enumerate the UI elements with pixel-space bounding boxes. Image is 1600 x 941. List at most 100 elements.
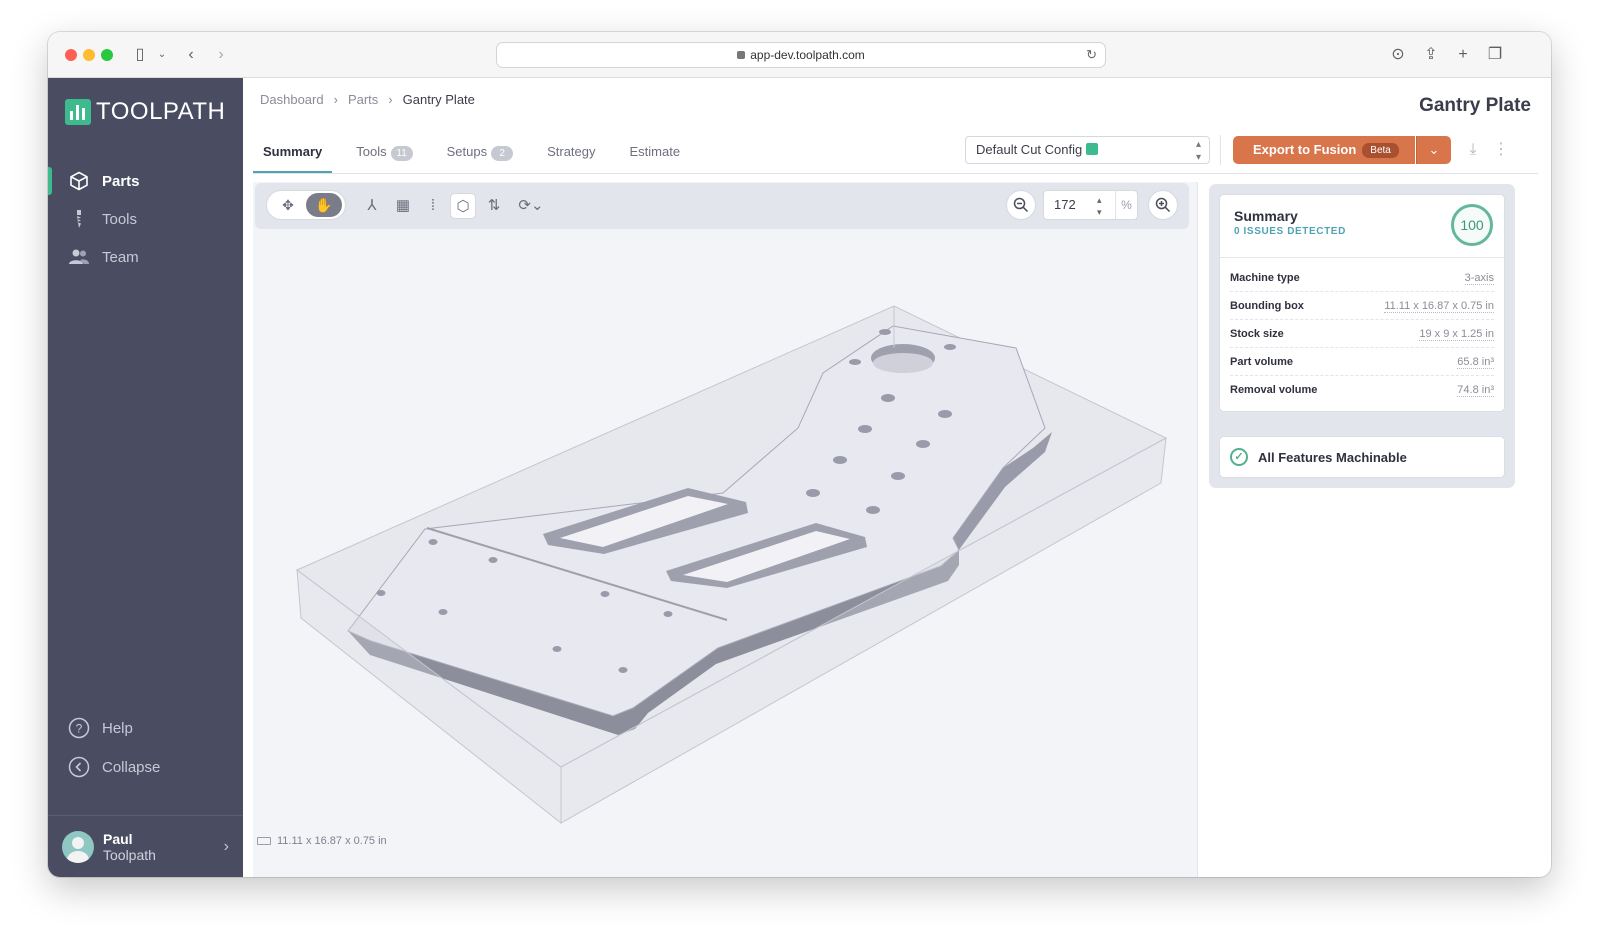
summary-row: Part volume 65.8 in³ [1230,348,1494,376]
tab-label: Setups [446,144,488,159]
tabs-divider [253,173,1538,174]
tab-label: Strategy [547,144,596,159]
chevron-right-icon: › [223,837,229,855]
row-key: Part volume [1230,356,1293,368]
close-window-button[interactable] [65,49,77,61]
sidebar-toggle-icon[interactable]: ▯ [130,44,150,66]
sidebar-item-tools[interactable]: Tools [48,201,243,237]
select-arrows-icon: ▴ ▾ [1195,139,1201,163]
forward-arrow-icon[interactable]: › [213,44,229,66]
summary-row: Stock size 19 x 9 x 1.25 in [1230,320,1494,348]
export-to-fusion-button[interactable]: Export to Fusion Beta [1233,136,1415,164]
back-arrow-icon[interactable]: ‹ [183,44,199,66]
ruler-icon [257,837,271,845]
hand-pan-icon[interactable]: ✋ [306,193,342,217]
beta-badge: Beta [1362,143,1399,158]
zoom-in-icon [1155,197,1171,213]
tab-overview-icon[interactable]: ❐ [1485,44,1505,66]
user-name: Paul [103,830,133,847]
row-value: 19 x 9 x 1.25 in [1419,328,1494,341]
logo[interactable]: TOOLPATH [65,98,225,126]
user-org: Toolpath [103,846,156,863]
chevron-right-icon: › [333,92,338,107]
summary-panel: Summary 0 ISSUES DETECTED 100 Machine ty… [1209,184,1515,488]
summary-row: Machine type 3-axis [1230,264,1494,292]
help-icon: ? [68,717,90,739]
view-cube-icon[interactable]: ⬡ [450,193,476,219]
tab-estimate[interactable]: Estimate [620,136,691,174]
sidebar: TOOLPATH Parts Tools Team ? Help Collaps… [48,78,243,877]
divider [1220,257,1504,258]
zoom-window-button[interactable] [101,49,113,61]
navigation-mode-toggle: ✥ ✋ [266,190,346,220]
tab-bar: Summary Tools 11 Setups 2 Strategy Estimat… [253,136,704,174]
new-tab-icon[interactable]: + [1453,44,1473,66]
chevron-right-icon: › [388,92,393,107]
breadcrumb-parts[interactable]: Parts [348,92,378,107]
rotate-menu-icon[interactable]: ⟳⌄ [513,193,549,219]
more-options-icon[interactable]: ⋮ [1493,138,1509,162]
breadcrumb: Dashboard › Parts › Gantry Plate [260,92,475,107]
zoom-in-button[interactable] [1148,190,1178,220]
row-key: Bounding box [1230,300,1304,312]
page-title: Gantry Plate [1419,95,1531,116]
viewer-toolbar: ✥ ✋ ⅄ ▦ ⁞ ⬡ ⇅ ⟳⌄ 172 ▴ ▾ % [255,183,1189,229]
breadcrumb-dashboard[interactable]: Dashboard [260,92,324,107]
tab-strategy[interactable]: Strategy [537,136,605,174]
browser-window: ▯ ⌄ ‹ › app-dev.toolpath.com ↻ ⊙ ⇪ + ❐ T… [48,32,1551,877]
row-value: 65.8 in³ [1457,356,1494,369]
flip-icon[interactable]: ⇅ [481,193,507,219]
user-menu[interactable]: Paul Toolpath › [48,815,243,877]
tab-tools[interactable]: Tools 11 [346,136,422,174]
downloads-icon[interactable]: ⊙ [1388,44,1408,66]
zoom-stepper-icon[interactable]: ▴ ▾ [1097,191,1102,218]
export-options-button[interactable]: ⌄ [1416,136,1451,164]
divider [1197,182,1198,877]
cut-config-value: Default Cut Config [976,142,1083,157]
chevron-down-icon: ⌄ [1428,142,1440,157]
cut-config-select[interactable]: Default Cut Config ▴ ▾ [965,136,1210,164]
collapse-label: Collapse [102,758,161,776]
machinable-status[interactable]: ✓ All Features Machinable [1219,436,1505,478]
url-text: app-dev.toolpath.com [750,48,865,62]
help-link[interactable]: ? Help [48,710,243,746]
reload-icon[interactable]: ↻ [1086,43,1097,67]
help-label: Help [102,719,133,737]
summary-card: Summary 0 ISSUES DETECTED 100 Machine ty… [1219,194,1505,412]
share-icon[interactable]: ⇪ [1421,44,1441,66]
tab-label: Tools [356,144,387,159]
sidebar-item-label: Parts [102,172,140,190]
zoom-out-button[interactable] [1006,190,1036,220]
part-3d-model[interactable] [253,238,1188,828]
axis-icon[interactable]: ⅄ [359,193,385,219]
machinable-label: All Features Machinable [1258,449,1407,465]
collapse-sidebar-button[interactable]: Collapse [48,749,243,785]
sidebar-item-team[interactable]: Team [48,239,243,275]
row-key: Stock size [1230,328,1284,340]
move-icon[interactable]: ✥ [270,193,306,217]
main-content: Dashboard › Parts › Gantry Plate Gantry … [243,78,1551,877]
address-bar[interactable]: app-dev.toolpath.com ↻ [496,42,1106,68]
tool-icon[interactable]: ⁞ [420,193,446,219]
sidebar-item-label: Team [102,248,139,266]
people-icon [68,246,90,268]
zoom-level-input[interactable]: 172 ▴ ▾ % [1043,190,1138,220]
divider [1220,135,1221,165]
cube-icon [68,170,90,192]
download-icon[interactable]: ⤓ [1461,138,1485,162]
collapse-icon [68,756,90,778]
score-badge: 100 [1451,204,1493,246]
breadcrumb-current: Gantry Plate [402,92,475,107]
tab-summary[interactable]: Summary [253,136,333,174]
minimize-window-button[interactable] [83,49,95,61]
grid-icon[interactable]: ▦ [390,193,416,219]
export-label: Export to Fusion [1253,142,1357,157]
sidebar-item-parts[interactable]: Parts [48,163,243,199]
tab-setups[interactable]: Setups 2 [437,136,523,174]
chevron-down-icon[interactable]: ⌄ [156,44,168,66]
dimensions-text: 11.11 x 16.87 x 0.75 in [277,835,387,847]
zoom-value: 172 [1054,197,1076,212]
tab-label: Estimate [629,144,681,159]
row-key: Removal volume [1230,384,1318,396]
lock-icon [737,51,746,59]
